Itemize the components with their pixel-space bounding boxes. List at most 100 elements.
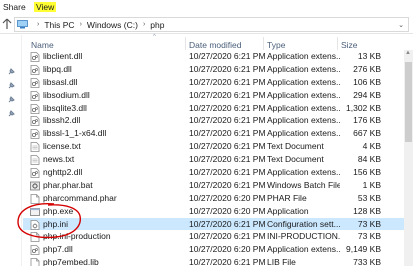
file-name: libsqlite3.dll xyxy=(43,102,87,113)
column-header-size[interactable]: Size xyxy=(341,40,358,50)
file-size: 4 KB xyxy=(362,141,381,152)
file-type: Application extens... xyxy=(267,115,340,126)
tab-share[interactable]: Share xyxy=(3,2,26,12)
file-size: 53 KB xyxy=(357,192,381,203)
file-size: 73 KB xyxy=(357,218,381,229)
file-name: news.txt xyxy=(43,154,75,165)
breadcrumb-this-pc[interactable]: This PC xyxy=(44,20,74,30)
tab-view[interactable]: View xyxy=(34,2,57,12)
file-row-phar-phar-bat[interactable]: phar.phar.bat 10/27/2020 6:21 PM Windows… xyxy=(23,179,413,192)
file-name: libsasl.dll xyxy=(43,76,78,87)
file-row-php7-dll[interactable]: php7.dll 10/27/2020 6:20 PM Application … xyxy=(23,243,413,256)
file-type: Application extens... xyxy=(267,244,340,255)
file-name: php.ini-production xyxy=(43,231,111,242)
scroll-up-icon[interactable]: ▲ xyxy=(405,50,411,56)
file-size: 73 KB xyxy=(357,231,381,242)
file-size: 13 KB xyxy=(357,51,381,61)
file-name: license.txt xyxy=(43,141,81,152)
file-size: 106 KB xyxy=(353,76,381,87)
sort-caret-icon: ^ xyxy=(153,34,156,40)
file-row-php-ini[interactable]: php.ini 10/27/2020 6:21 PM Configuration… xyxy=(23,217,413,231)
scrollbar-thumb[interactable] xyxy=(405,62,412,142)
file-row-pharcommand-phar[interactable]: pharcommand.phar 10/27/2020 6:20 PM PHAR… xyxy=(23,192,413,205)
file-name: nghttp2.dll xyxy=(43,167,83,178)
file-size: 733 KB xyxy=(353,257,381,266)
file-date-modified: 10/27/2020 6:21 PM xyxy=(189,76,266,87)
column-divider[interactable] xyxy=(337,37,338,50)
dll-icon xyxy=(30,116,40,127)
dll-icon xyxy=(30,168,40,178)
dll-icon xyxy=(30,77,40,88)
file-type: Application xyxy=(267,205,309,216)
file-row-libssh2-dll[interactable]: libssh2.dll 10/27/2020 6:21 PM Applicati… xyxy=(23,114,413,127)
file-row-libsqlite3-dll[interactable]: libsqlite3.dll 10/27/2020 6:21 PM Applic… xyxy=(23,102,413,115)
pin-icon[interactable] xyxy=(7,110,15,118)
dll-icon xyxy=(30,245,40,256)
file-type: Application extens... xyxy=(267,51,340,61)
file-list: libclient.dll 10/27/2020 6:21 PM Applica… xyxy=(23,50,413,266)
file-row-libsasl-dll[interactable]: libsasl.dll 10/27/2020 6:21 PM Applicati… xyxy=(23,76,413,89)
vertical-scrollbar[interactable]: ▲ xyxy=(404,50,413,266)
file-size: 9,149 KB xyxy=(346,244,381,255)
ribbon-tabs: Share View xyxy=(0,0,413,14)
file-type: Application extens... xyxy=(267,167,340,178)
file-type: Configuration sett... xyxy=(267,218,340,229)
file-row-libssl-1-1-x64-dll[interactable]: libssl-1_1-x64.dll 10/27/2020 6:21 PM Ap… xyxy=(23,127,413,140)
file-name: php7embed.lib xyxy=(43,257,99,266)
file-size: 176 KB xyxy=(353,115,381,126)
column-header-name[interactable]: Name xyxy=(31,40,54,50)
generic-file-icon xyxy=(30,193,40,204)
file-size: 294 KB xyxy=(353,89,381,100)
file-row-libpq-dll[interactable]: libpq.dll 10/27/2020 6:21 PM Application… xyxy=(23,63,413,76)
breadcrumb-php[interactable]: php xyxy=(150,20,164,30)
file-type: Text Document xyxy=(267,141,324,152)
pin-icon[interactable] xyxy=(7,82,15,90)
up-arrow-icon[interactable] xyxy=(2,18,12,30)
file-date-modified: 10/27/2020 6:21 PM xyxy=(189,141,266,152)
file-date-modified: 10/27/2020 6:20 PM xyxy=(189,205,266,216)
navigation-pane xyxy=(0,35,22,266)
file-date-modified: 10/27/2020 6:21 PM xyxy=(189,102,266,113)
pin-icon[interactable] xyxy=(7,68,15,76)
dll-icon xyxy=(30,129,40,140)
file-date-modified: 10/27/2020 6:21 PM xyxy=(189,154,266,165)
generic-file-icon xyxy=(30,258,40,266)
column-divider[interactable] xyxy=(263,37,264,50)
column-divider[interactable] xyxy=(185,37,186,50)
file-size: 276 KB xyxy=(353,63,381,74)
file-date-modified: 10/27/2020 6:21 PM xyxy=(189,231,266,242)
file-type: Application extens... xyxy=(267,102,340,113)
file-type: LIB File xyxy=(267,257,296,266)
breadcrumb[interactable]: › This PC › Windows (C:) › php ⌄ xyxy=(14,17,409,32)
file-row-php-exe[interactable]: php.exe 10/27/2020 6:20 PM Application 1… xyxy=(23,205,413,218)
file-size: 1 KB xyxy=(362,179,381,190)
file-row-libclient-dll[interactable]: libclient.dll 10/27/2020 6:21 PM Applica… xyxy=(23,50,413,63)
file-type: Windows Batch File xyxy=(267,179,340,190)
file-type: INI-PRODUCTION... xyxy=(267,231,340,242)
file-row-libsodium-dll[interactable]: libsodium.dll 10/27/2020 6:21 PM Applica… xyxy=(23,89,413,102)
breadcrumb-drive[interactable]: Windows (C:) xyxy=(87,20,138,30)
column-header-type[interactable]: Type xyxy=(267,40,285,50)
file-size: 84 KB xyxy=(357,154,381,165)
chevron-right-icon: › xyxy=(142,21,146,28)
text-file-icon xyxy=(30,142,40,153)
column-header-date[interactable]: Date modified xyxy=(189,40,241,50)
file-name: libssh2.dll xyxy=(43,115,81,126)
dll-icon xyxy=(30,64,40,75)
address-bar: › This PC › Windows (C:) › php ⌄ xyxy=(0,15,413,34)
pin-icon[interactable] xyxy=(7,96,15,104)
file-size: 1,302 KB xyxy=(346,102,381,113)
file-size: 156 KB xyxy=(353,167,381,178)
file-row-php-ini-production[interactable]: php.ini-production 10/27/2020 6:21 PM IN… xyxy=(23,230,413,243)
file-row-license-txt[interactable]: license.txt 10/27/2020 6:21 PM Text Docu… xyxy=(23,140,413,153)
computer-icon xyxy=(17,20,28,29)
file-date-modified: 10/27/2020 6:20 PM xyxy=(189,192,266,203)
file-name: php.exe xyxy=(43,205,74,216)
file-name: pharcommand.phar xyxy=(43,192,117,203)
dll-icon xyxy=(30,90,40,101)
file-type: Application extens... xyxy=(267,89,340,100)
chevron-down-icon[interactable]: ⌄ xyxy=(398,21,404,29)
file-row-nghttp2-dll[interactable]: nghttp2.dll 10/27/2020 6:21 PM Applicati… xyxy=(23,166,413,179)
file-row-news-txt[interactable]: news.txt 10/27/2020 6:21 PM Text Documen… xyxy=(23,153,413,166)
file-row-php7embed-lib[interactable]: php7embed.lib 10/27/2020 6:21 PM LIB Fil… xyxy=(23,256,413,266)
